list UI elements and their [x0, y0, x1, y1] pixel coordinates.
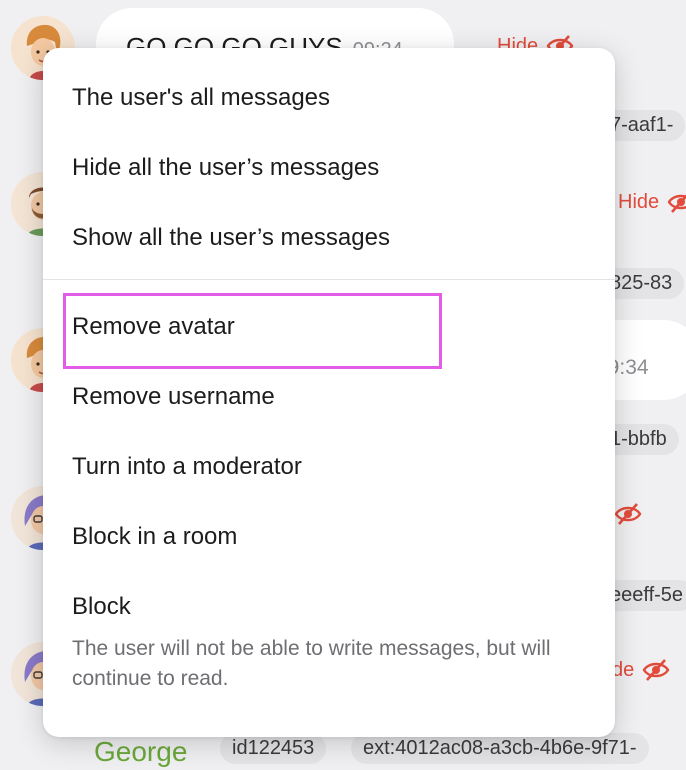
- hide-label: de: [612, 658, 635, 681]
- menu-divider: [43, 279, 615, 280]
- user-id-chip: id122453: [220, 733, 327, 764]
- menu-item-turn-into-moderator[interactable]: Turn into a moderator: [72, 453, 302, 481]
- hide-button[interactable]: Hide: [618, 190, 686, 214]
- menu-item-all-messages[interactable]: The user's all messages: [72, 84, 330, 112]
- ext-id-chip: ext:4012ac08-a3cb-4b6e-9f71-: [351, 733, 649, 764]
- hide-button[interactable]: de: [612, 658, 670, 682]
- menu-item-block[interactable]: Block: [72, 593, 131, 621]
- eye-off-icon: [614, 503, 642, 525]
- menu-item-block-in-room[interactable]: Block in a room: [72, 523, 237, 551]
- menu-item-hide-all-messages[interactable]: Hide all the user’s messages: [72, 154, 379, 182]
- menu-item-remove-avatar[interactable]: Remove avatar: [72, 313, 235, 341]
- hide-label: Hide: [618, 190, 660, 213]
- menu-item-show-all-messages[interactable]: Show all the user’s messages: [72, 224, 390, 252]
- message-username[interactable]: George: [94, 736, 187, 768]
- eye-off-icon: [667, 194, 686, 213]
- eye-off-icon: [642, 659, 670, 681]
- user-context-menu: The user's all messages Hide all the use…: [43, 48, 615, 737]
- menu-item-remove-username[interactable]: Remove username: [72, 383, 275, 411]
- block-description: The user will not be able to write messa…: [72, 637, 551, 690]
- hide-button[interactable]: [614, 502, 642, 526]
